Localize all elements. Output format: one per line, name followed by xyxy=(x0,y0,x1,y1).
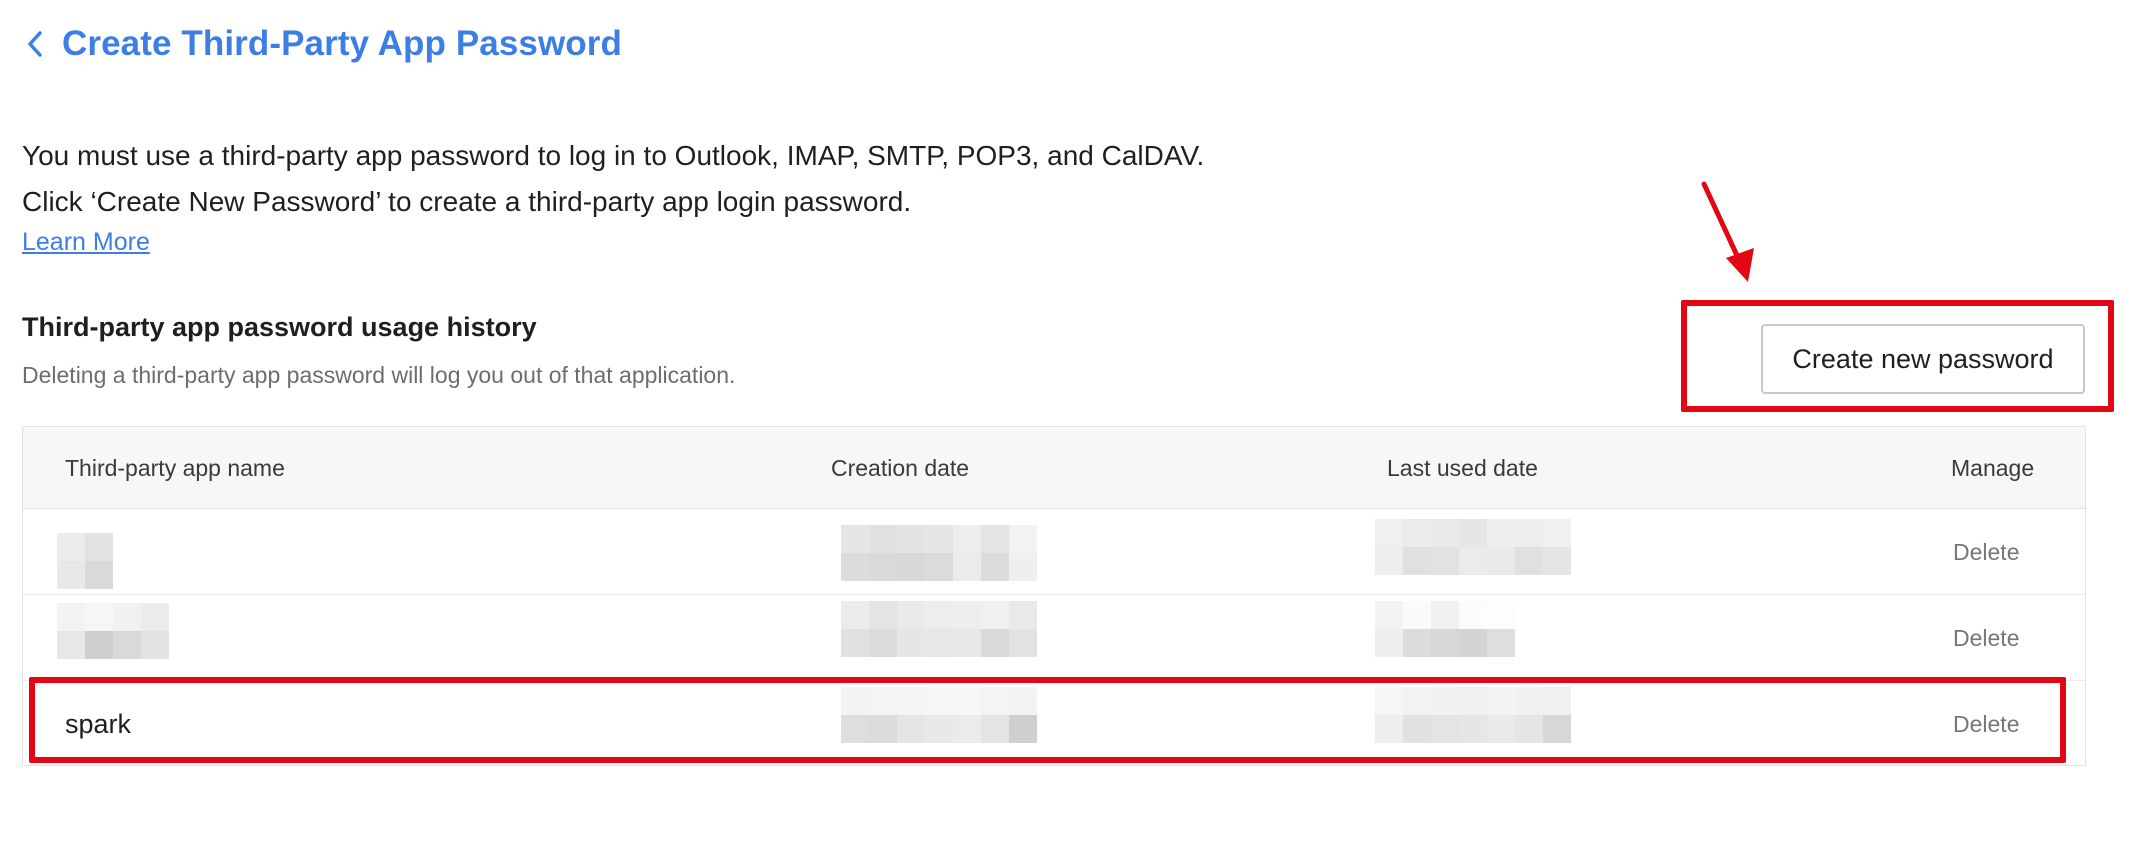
column-header-creation-date: Creation date xyxy=(831,454,970,481)
chevron-left-icon xyxy=(28,31,42,57)
redacted-app-name xyxy=(57,603,169,659)
intro-text: You must use a third-party app password … xyxy=(22,133,1204,225)
column-header-manage: Manage xyxy=(1951,454,2035,481)
section-description: Deleting a third-party app password will… xyxy=(22,362,736,388)
page: Create Third-Party App Password You must… xyxy=(0,0,2136,852)
column-header-last-used-date: Last used date xyxy=(1387,454,1538,481)
page-title: Create Third-Party App Password xyxy=(62,24,622,63)
delete-button[interactable]: Delete xyxy=(1953,509,2019,595)
intro-line-1: You must use a third-party app password … xyxy=(22,140,1205,171)
annotation-arrow-icon xyxy=(1701,181,1754,282)
delete-button[interactable]: Delete xyxy=(1953,595,2019,681)
page-header: Create Third-Party App Password xyxy=(20,20,622,68)
redacted-creation-date xyxy=(841,525,1037,581)
annotation-highlight-spark-row xyxy=(29,677,2066,763)
redacted-creation-date xyxy=(841,601,1037,657)
back-button[interactable] xyxy=(20,24,50,64)
column-header-app-name: Third-party app name xyxy=(65,454,285,481)
learn-more-link[interactable]: Learn More xyxy=(22,228,150,257)
redacted-last-used-date xyxy=(1375,519,1571,575)
annotation-highlight-create-button xyxy=(1681,300,2114,412)
redacted-last-used-date xyxy=(1375,601,1515,657)
section-title: Third-party app password usage history xyxy=(22,312,537,342)
intro-line-2: Click ‘Create New Password’ to create a … xyxy=(22,186,912,217)
redacted-app-name xyxy=(57,533,113,589)
table-row: Delete xyxy=(23,595,2085,681)
table-header: Third-party app name Creation date Last … xyxy=(23,427,2085,509)
table-row: Delete xyxy=(23,509,2085,595)
